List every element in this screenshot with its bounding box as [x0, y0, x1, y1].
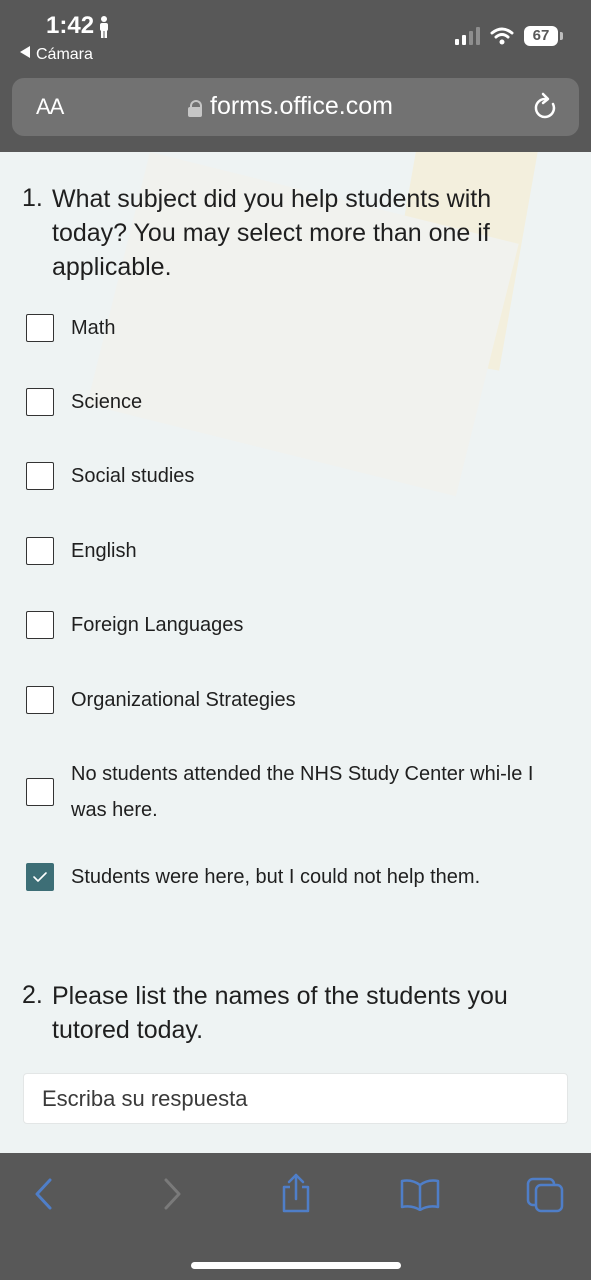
checkbox[interactable]: [26, 462, 54, 490]
browser-chrome: 1:42 Cámara 67 AA forms.office.com: [0, 0, 591, 152]
status-time: 1:42: [46, 12, 95, 39]
wifi-icon: [490, 27, 514, 45]
url-display[interactable]: forms.office.com: [188, 92, 393, 121]
cellular-signal-icon: [455, 27, 480, 45]
lock-icon: [188, 100, 202, 117]
checkbox[interactable]: [26, 537, 54, 565]
option-could-not-help[interactable]: Students were here, but I could not help…: [26, 859, 566, 895]
answer-input[interactable]: [24, 1074, 567, 1123]
checkbox[interactable]: [26, 388, 54, 416]
tabs-icon[interactable]: [526, 1177, 564, 1213]
option-label: Math: [71, 317, 116, 339]
answer-field[interactable]: [23, 1073, 568, 1124]
person-icon: [100, 16, 108, 38]
question-1-number: 1.: [22, 184, 43, 212]
checkmark-icon: [33, 872, 47, 882]
share-icon[interactable]: [280, 1173, 312, 1213]
back-icon[interactable]: [32, 1177, 56, 1211]
option-organizational-strategies[interactable]: Organizational Strategies: [26, 682, 566, 718]
bookmarks-icon[interactable]: [400, 1179, 440, 1211]
battery-level: 67: [524, 26, 558, 46]
question-1-text: What subject did you help students with …: [52, 185, 492, 281]
option-label: English: [71, 540, 137, 562]
url-text: forms.office.com: [210, 92, 393, 120]
question-2-text: Please list the names of the students yo…: [52, 982, 508, 1044]
checkbox[interactable]: [26, 778, 54, 806]
home-indicator[interactable]: [191, 1262, 401, 1269]
form-content: 1. What subject did you help students wi…: [0, 152, 591, 1153]
option-label: Students were here, but I could not help…: [71, 866, 481, 888]
option-label: Science: [71, 391, 143, 413]
question-2-number: 2.: [22, 981, 43, 1009]
checkbox[interactable]: [26, 314, 54, 342]
option-english[interactable]: English: [26, 533, 566, 569]
browser-toolbar: [0, 1153, 591, 1280]
option-social-studies[interactable]: Social studies: [26, 458, 566, 494]
reload-icon[interactable]: [531, 92, 559, 122]
option-science[interactable]: Science: [26, 384, 566, 420]
checkbox[interactable]: [26, 611, 54, 639]
back-to-app-link[interactable]: Cámara: [20, 46, 93, 64]
forward-icon[interactable]: [160, 1177, 184, 1211]
option-label: Foreign Languages: [71, 614, 244, 636]
battery-icon: 67: [524, 26, 563, 46]
option-foreign-languages[interactable]: Foreign Languages: [26, 607, 566, 643]
back-app-label: Cámara: [36, 46, 93, 63]
aa-label: AA: [36, 94, 64, 119]
back-triangle-icon: [20, 46, 30, 58]
checkbox[interactable]: [26, 686, 54, 714]
option-label: No students attended the NHS Study Cente…: [71, 763, 534, 821]
reader-text-size-button[interactable]: AA: [36, 94, 64, 120]
option-math[interactable]: Math: [26, 310, 566, 346]
option-label: Social studies: [71, 465, 195, 487]
address-bar[interactable]: AA forms.office.com: [12, 78, 579, 136]
option-no-students[interactable]: No students attended the NHS Study Cente…: [26, 756, 566, 828]
option-label: Organizational Strategies: [71, 689, 296, 711]
status-indicators: 67: [455, 26, 563, 46]
checkbox-checked[interactable]: [26, 863, 54, 891]
